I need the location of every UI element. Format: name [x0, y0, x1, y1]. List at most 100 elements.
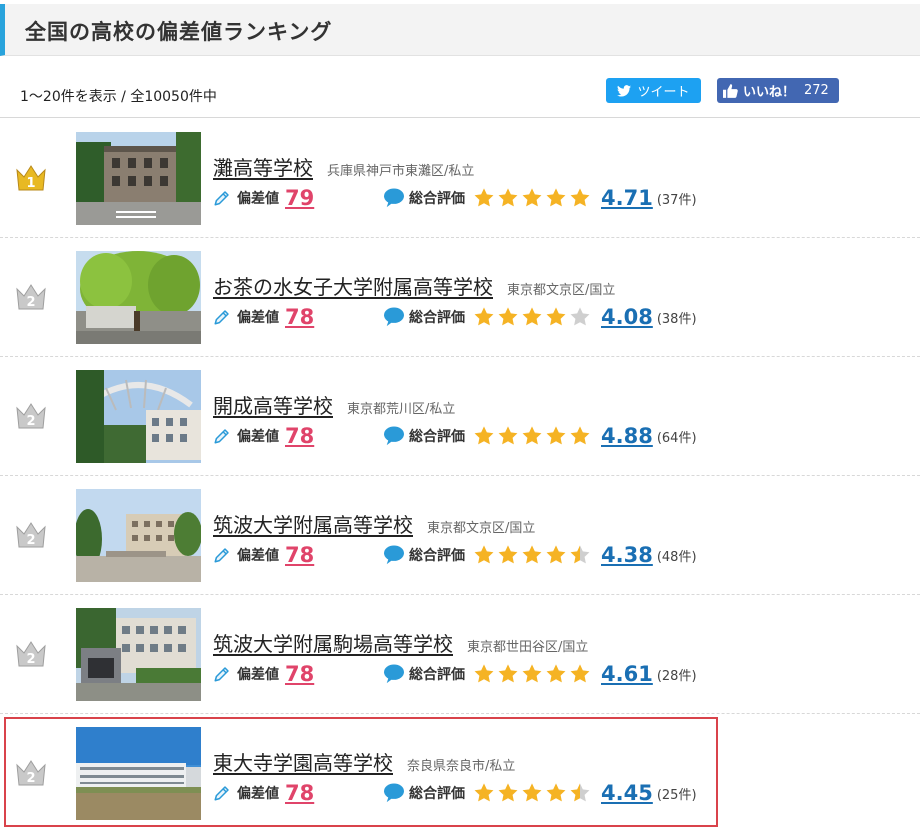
- hensachi-value[interactable]: 78: [285, 781, 314, 805]
- svg-text:2: 2: [26, 652, 35, 667]
- rating-block: 総合評価 4.71 (37件): [383, 186, 697, 210]
- result-count: 1〜20件を表示 / 全10050件中: [20, 89, 217, 105]
- star-icon: [474, 664, 494, 683]
- rank-crown-icon: 2: [15, 638, 47, 670]
- rating-score[interactable]: 4.61: [601, 662, 653, 686]
- star-rating: [473, 187, 591, 209]
- school-row: 2 東大寺学園高等学校 奈良県奈良市/私立 偏差値 78 総合評価 4.45 (25件): [0, 714, 920, 829]
- star-rating: [473, 306, 591, 328]
- star-icon: [570, 188, 590, 207]
- star-icon: [498, 426, 518, 445]
- speech-bubble-icon: [384, 426, 404, 446]
- school-row: 2 筑波大学附属駒場高等学校 東京都世田谷区/国立 偏差値 78 総合評価 4.61 (28件…: [0, 595, 920, 714]
- star-icon: [474, 426, 494, 445]
- rating-score[interactable]: 4.08: [601, 305, 653, 329]
- hensachi-label: 偏差値: [237, 667, 279, 683]
- rating-label: 総合評価: [409, 310, 465, 326]
- hensachi-label: 偏差値: [237, 786, 279, 802]
- pencil-icon: [214, 786, 229, 801]
- school-photo[interactable]: [76, 251, 201, 344]
- star-icon: [522, 426, 542, 445]
- pencil-icon: [214, 548, 229, 563]
- star-icon: [498, 307, 518, 326]
- hensachi-label: 偏差値: [237, 310, 279, 326]
- hensachi-label: 偏差値: [237, 429, 279, 445]
- school-photo[interactable]: [76, 370, 201, 463]
- tweet-label: ツイート: [637, 85, 690, 100]
- star-rating: [473, 663, 591, 685]
- star-icon: [474, 307, 494, 326]
- hensachi-block: 偏差値 78: [213, 781, 314, 805]
- star-icon: [498, 545, 518, 564]
- svg-text:1: 1: [26, 176, 35, 191]
- review-count: (25件): [656, 787, 697, 803]
- hensachi-value[interactable]: 78: [285, 424, 314, 448]
- speech-bubble-icon: [384, 545, 404, 565]
- like-label: いいね！: [743, 85, 796, 100]
- page-title: 全国の高校の偏差値ランキング: [25, 20, 333, 44]
- star-rating: [473, 782, 591, 804]
- hensachi-value[interactable]: 78: [285, 305, 314, 329]
- review-count: (64件): [656, 430, 697, 446]
- star-empty-icon: [570, 307, 590, 326]
- rating-label: 総合評価: [409, 786, 465, 802]
- speech-bubble-icon: [384, 188, 404, 208]
- hensachi-value[interactable]: 79: [285, 186, 314, 210]
- hensachi-label: 偏差値: [237, 191, 279, 207]
- star-icon: [546, 664, 566, 683]
- school-name-link[interactable]: 開成高等学校: [213, 390, 333, 419]
- speech-bubble-icon: [384, 307, 404, 327]
- ranking-list: 1 灘高等学校 兵庫県神戸市東灘区/私立偏差値 79 総合評価 4.71 (37件) 2 お茶の…: [0, 119, 920, 829]
- star-icon: [522, 188, 542, 207]
- star-icon: [570, 783, 590, 802]
- school-photo[interactable]: [76, 132, 201, 225]
- school-row: 1 灘高等学校 兵庫県神戸市東灘区/私立偏差値 79 総合評価 4.71 (37件): [0, 119, 920, 238]
- school-name-link[interactable]: 筑波大学附属高等学校: [213, 509, 413, 538]
- school-name-link[interactable]: 筑波大学附属駒場高等学校: [213, 628, 453, 657]
- review-count: (38件): [656, 311, 697, 327]
- rating-label: 総合評価: [409, 667, 465, 683]
- rating-score[interactable]: 4.71: [601, 186, 653, 210]
- school-name-link[interactable]: お茶の水女子大学附属高等学校: [213, 271, 493, 300]
- rating-block: 総合評価 4.88 (64件): [383, 424, 697, 448]
- hensachi-value[interactable]: 78: [285, 543, 314, 567]
- school-photo[interactable]: [76, 608, 201, 701]
- star-icon: [546, 783, 566, 802]
- hensachi-value[interactable]: 78: [285, 662, 314, 686]
- school-row: 2 筑波大学附属高等学校 東京都文京区/国立 偏差値 78 総合評価 4.38 (48件): [0, 476, 920, 595]
- rating-score[interactable]: 4.88: [601, 424, 653, 448]
- school-row: 2 お茶の水女子大学附属高等学校 東京都文京区/国立 偏差値 78 総合評価 4.08 (38…: [0, 238, 920, 357]
- hensachi-block: 偏差値 78: [213, 543, 314, 567]
- rank-crown-icon: 2: [15, 400, 47, 432]
- star-icon: [546, 188, 566, 207]
- school-photo[interactable]: [76, 489, 201, 582]
- star-rating: [473, 425, 591, 447]
- pencil-icon: [214, 310, 229, 325]
- school-location: 東京都文京区/国立: [427, 521, 536, 536]
- review-count: (28件): [656, 668, 697, 684]
- rating-score[interactable]: 4.45: [601, 781, 653, 805]
- svg-text:2: 2: [26, 295, 35, 310]
- star-icon: [498, 664, 518, 683]
- svg-text:2: 2: [26, 533, 35, 548]
- result-bar: 1〜20件を表示 / 全10050件中 ツイート いいね！ 272: [0, 70, 920, 118]
- star-icon: [546, 426, 566, 445]
- star-icon: [570, 426, 590, 445]
- rating-block: 総合評価 4.61 (28件): [383, 662, 697, 686]
- star-icon: [546, 545, 566, 564]
- rank-crown-icon: 2: [15, 281, 47, 313]
- school-location: 兵庫県神戸市東灘区/私立: [327, 164, 475, 179]
- rating-score[interactable]: 4.38: [601, 543, 653, 567]
- star-rating: [473, 544, 591, 566]
- rating-block: 総合評価 4.08 (38件): [383, 305, 697, 329]
- speech-bubble-icon: [384, 783, 404, 803]
- school-name-link[interactable]: 東大寺学園高等学校: [213, 747, 393, 776]
- pencil-icon: [214, 667, 229, 682]
- star-icon: [570, 664, 590, 683]
- school-name-link[interactable]: 灘高等学校: [213, 152, 313, 181]
- tweet-button[interactable]: ツイート: [606, 78, 701, 103]
- rank-crown-icon: 2: [15, 519, 47, 551]
- school-photo[interactable]: [76, 727, 201, 820]
- like-button[interactable]: いいね！ 272: [717, 78, 839, 103]
- hensachi-block: 偏差値 78: [213, 305, 314, 329]
